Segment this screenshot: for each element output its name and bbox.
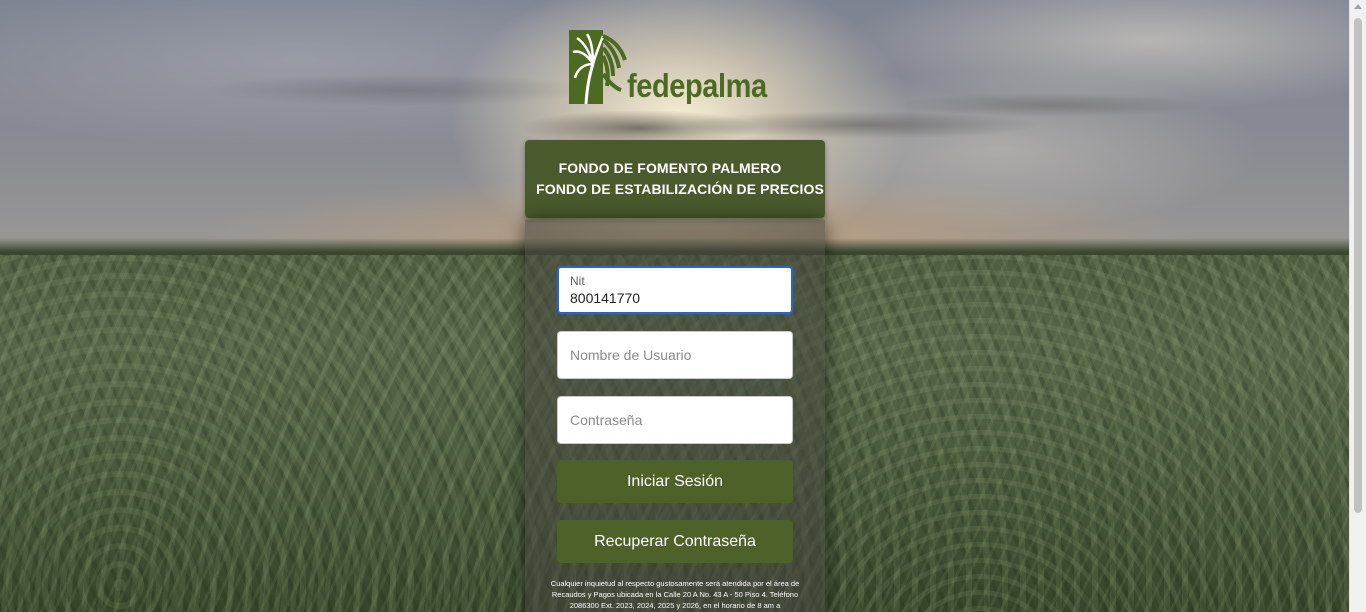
- nit-field-label: Nit: [570, 274, 585, 288]
- fund-title-line-2: FONDO DE ESTABILIZACIÓN DE PRECIOS: [536, 181, 824, 197]
- vertical-scrollbar[interactable]: [1349, 0, 1366, 612]
- username-input[interactable]: [570, 332, 782, 378]
- scroll-up-arrow-icon[interactable]: [1354, 4, 1362, 9]
- recover-password-button[interactable]: Recuperar Contraseña: [557, 520, 793, 563]
- login-button[interactable]: Iniciar Sesión: [557, 460, 793, 503]
- fedepalma-logo: fedepalma: [569, 30, 781, 110]
- fund-title-box: FONDO DE FOMENTO PALMERO FONDO DE ESTABI…: [525, 140, 825, 218]
- password-field[interactable]: [557, 396, 793, 444]
- scroll-thumb[interactable]: [1354, 18, 1362, 513]
- nit-field[interactable]: Nit: [557, 266, 793, 314]
- palm-tree-logo-icon: [569, 30, 627, 105]
- brand-name: fedepalma: [627, 67, 767, 104]
- fund-title-line-1: FONDO DE FOMENTO PALMERO: [558, 160, 782, 176]
- contact-info-note: Cualquier inquietud al respecto gustosam…: [550, 579, 800, 610]
- username-field[interactable]: [557, 331, 793, 379]
- nit-input[interactable]: [570, 290, 780, 306]
- password-input[interactable]: [570, 397, 782, 443]
